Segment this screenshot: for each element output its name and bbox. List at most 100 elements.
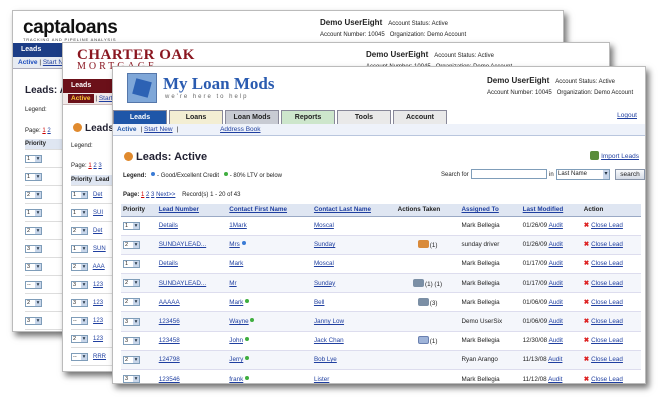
column-header[interactable]: Contact Last Name <box>311 204 396 217</box>
audit-link[interactable]: Audit <box>549 299 563 306</box>
priority-select[interactable]: 3 <box>71 281 88 289</box>
first-name-link[interactable]: 1Mark <box>229 222 247 229</box>
tab-loan-mods[interactable]: Loan Mods <box>225 110 279 124</box>
last-name-link[interactable]: Sunday <box>314 241 335 248</box>
first-name-link[interactable]: John <box>229 337 243 344</box>
last-name-link[interactable]: Moscal <box>314 260 334 267</box>
close-icon[interactable]: ✖ <box>584 337 589 344</box>
tab-reports[interactable]: Reports <box>281 110 335 124</box>
import-leads[interactable]: Import Leads <box>590 151 639 160</box>
priority-select[interactable]: 2 <box>123 355 140 364</box>
lead-number-link[interactable]: 123456 <box>159 318 180 325</box>
audit-link[interactable]: Audit <box>549 241 563 248</box>
last-name-link[interactable]: Bob Lye <box>314 356 337 363</box>
audit-link[interactable]: Audit <box>549 260 563 267</box>
tab-account[interactable]: Account <box>393 110 447 124</box>
page-1-link[interactable]: 1 <box>141 192 144 198</box>
close-icon[interactable]: ✖ <box>584 241 589 248</box>
lead-link[interactable]: Det <box>93 228 102 234</box>
tab-loans[interactable]: Loans <box>169 110 223 124</box>
column-header[interactable]: Lead Number <box>156 204 228 217</box>
lead-number-link[interactable]: 123546 <box>159 376 180 383</box>
action-icon[interactable] <box>417 336 429 345</box>
audit-link[interactable]: Audit <box>549 280 563 287</box>
close-icon[interactable]: ✖ <box>584 260 589 267</box>
nav-leads[interactable]: Leads <box>71 82 91 89</box>
priority-select[interactable]: 1 <box>123 259 140 268</box>
priority-select[interactable]: 2 <box>123 279 140 288</box>
page-2-link[interactable]: 2 <box>146 192 149 198</box>
audit-link[interactable]: Audit <box>549 222 563 229</box>
last-name-link[interactable]: Sunday <box>314 280 335 287</box>
priority-select[interactable]: -- <box>71 353 88 361</box>
priority-select[interactable]: 1 <box>71 191 88 199</box>
lead-number-link[interactable]: 124798 <box>159 356 180 363</box>
column-header[interactable]: Action <box>581 204 641 217</box>
lead-number-link[interactable]: SUNDAYLEAD... <box>159 241 206 248</box>
close-icon[interactable]: ✖ <box>584 299 589 306</box>
priority-select[interactable]: 2 <box>25 299 42 307</box>
search-field-select[interactable]: Last Name <box>556 169 610 180</box>
first-name-link[interactable]: Mark <box>229 299 243 306</box>
close-lead-link[interactable]: Close Lead <box>591 318 623 325</box>
close-icon[interactable]: ✖ <box>584 280 589 287</box>
lead-link[interactable]: SUN <box>93 246 106 252</box>
priority-select[interactable]: 2 <box>71 263 88 271</box>
priority-select[interactable]: 3 <box>123 336 140 345</box>
priority-select[interactable]: 2 <box>71 335 88 343</box>
close-lead-link[interactable]: Close Lead <box>591 337 623 344</box>
sub-start-new[interactable]: Start New <box>144 126 173 133</box>
nav-leads[interactable]: Leads <box>21 46 41 53</box>
priority-select[interactable]: 1 <box>25 155 42 163</box>
lead-number-link[interactable]: 123458 <box>159 337 180 344</box>
priority-select[interactable]: 1 <box>25 173 42 181</box>
last-name-link[interactable]: Lister <box>314 376 329 383</box>
priority-select[interactable]: 3 <box>25 317 42 325</box>
audit-link[interactable]: Audit <box>549 318 563 325</box>
lead-number-link[interactable]: Details <box>159 260 178 267</box>
priority-select[interactable]: 1 <box>71 209 88 217</box>
action-icon[interactable] <box>417 240 429 249</box>
close-lead-link[interactable]: Close Lead <box>591 222 623 229</box>
lead-number-link[interactable]: AAAAA <box>159 299 180 306</box>
priority-select[interactable]: -- <box>71 317 88 325</box>
priority-select[interactable]: 3 <box>71 299 88 307</box>
lead-link[interactable]: SUI <box>93 210 103 216</box>
lead-link[interactable]: 123 <box>93 282 103 288</box>
priority-select[interactable]: 2 <box>25 191 42 199</box>
priority-select[interactable]: 1 <box>71 245 88 253</box>
close-icon[interactable]: ✖ <box>584 376 589 383</box>
lead-link[interactable]: Det <box>93 192 102 198</box>
lead-link[interactable]: 123 <box>93 336 103 342</box>
close-lead-link[interactable]: Close Lead <box>591 280 623 287</box>
first-name-link[interactable]: Mark <box>229 260 243 267</box>
column-header[interactable]: Priority <box>121 204 157 217</box>
lead-link[interactable]: RRR <box>93 354 106 360</box>
close-lead-link[interactable]: Close Lead <box>591 376 623 383</box>
first-name-link[interactable]: Mr <box>229 280 236 287</box>
last-name-link[interactable]: Bell <box>314 299 325 306</box>
audit-link[interactable]: Audit <box>548 356 562 363</box>
tab-leads[interactable]: Leads <box>113 110 167 124</box>
first-name-link[interactable]: Mrs <box>229 241 240 248</box>
sub-active[interactable]: Active <box>68 94 94 103</box>
column-header[interactable]: Contact First Name <box>227 204 312 217</box>
close-lead-link[interactable]: Close Lead <box>591 356 623 363</box>
search-button[interactable]: search <box>615 169 645 180</box>
priority-select[interactable]: 1 <box>25 209 42 217</box>
lead-link[interactable]: AAA <box>93 264 105 270</box>
sub-address-book[interactable]: Address Book <box>220 126 260 133</box>
priority-select[interactable]: 3 <box>123 317 140 326</box>
priority-select[interactable]: 2 <box>71 227 88 235</box>
first-name-link[interactable]: Jerry <box>229 356 243 363</box>
logout-link[interactable]: Logout <box>617 112 637 119</box>
priority-select[interactable]: 2 <box>123 298 140 307</box>
first-name-link[interactable]: frank <box>229 376 243 383</box>
close-lead-link[interactable]: Close Lead <box>591 241 623 248</box>
priority-select[interactable]: 2 <box>25 227 42 235</box>
last-name-link[interactable]: Jack Chan <box>314 337 344 344</box>
close-icon[interactable]: ✖ <box>584 356 589 363</box>
page-3-link[interactable]: 3 <box>151 192 154 198</box>
lead-number-link[interactable]: Details <box>159 222 178 229</box>
close-icon[interactable]: ✖ <box>584 222 589 229</box>
